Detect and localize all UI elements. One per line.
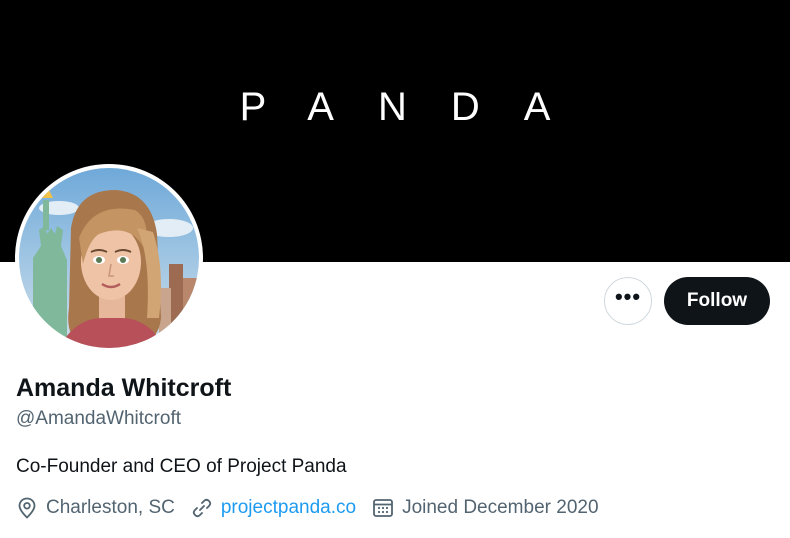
link-icon (191, 497, 213, 519)
calendar-icon (372, 497, 394, 519)
profile-website[interactable]: projectpanda.co (191, 497, 356, 519)
avatar-image (19, 168, 199, 348)
profile-bio: Co-Founder and CEO of Project Panda (16, 456, 347, 477)
more-options-button[interactable]: ••• (604, 277, 652, 325)
joined-text: Joined December 2020 (402, 497, 599, 518)
profile-name: Amanda Whitcroft (16, 374, 232, 402)
website-link[interactable]: projectpanda.co (221, 497, 356, 519)
profile-meta: Charleston, SC projectpanda.co Joined De… (16, 497, 615, 519)
more-dots-icon: ••• (614, 284, 642, 309)
profile-joined: Joined December 2020 (372, 497, 599, 519)
profile-handle: @AmandaWhitcroft (16, 408, 182, 429)
follow-button[interactable]: Follow (664, 277, 770, 325)
location-text: Charleston, SC (46, 497, 175, 518)
avatar[interactable] (15, 164, 203, 352)
profile-location: Charleston, SC (16, 497, 175, 519)
profile-page: PANDA ••• Follow Amanda Whitcroft @Amand… (0, 0, 790, 538)
location-pin-icon (16, 497, 38, 519)
banner-text: PANDA (239, 84, 595, 129)
